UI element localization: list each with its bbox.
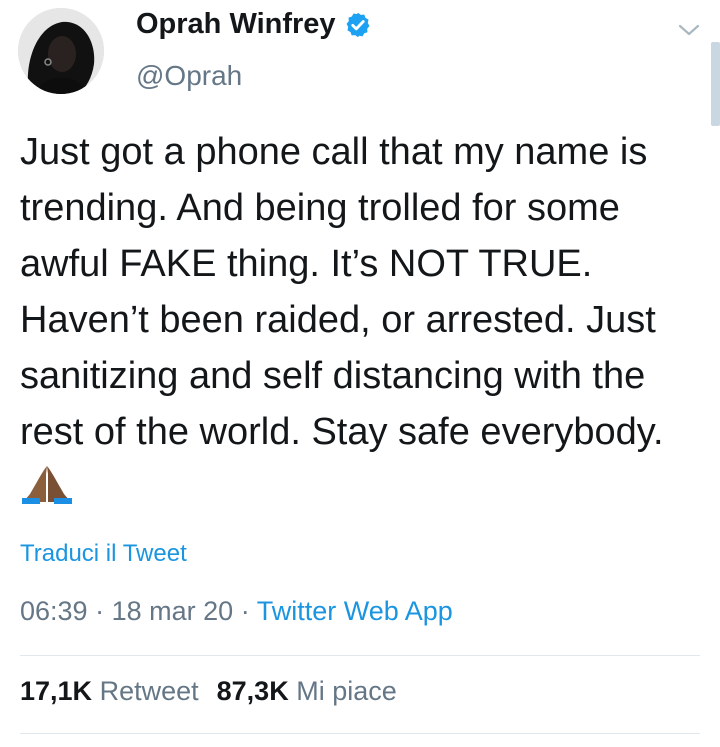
divider: [20, 733, 700, 734]
tweet-text: Just got a phone call that my name is tr…: [20, 124, 710, 516]
retweets-stat[interactable]: 17,1K Retweet: [20, 676, 199, 706]
avatar-photo: [18, 8, 104, 94]
likes-label: Mi piace: [296, 676, 397, 706]
meta-separator: ·: [95, 596, 105, 626]
translate-tweet-link[interactable]: Traduci il Tweet: [20, 540, 187, 568]
tweet-source-link[interactable]: Twitter Web App: [257, 596, 453, 626]
tweet-stats: 17,1K Retweet 87,3K Mi piace: [20, 676, 397, 707]
scrollbar[interactable]: [711, 42, 720, 126]
retweets-label: Retweet: [99, 676, 199, 706]
tweet-body: Just got a phone call that my name is tr…: [20, 131, 664, 453]
retweets-count: 17,1K: [20, 676, 93, 706]
likes-stat[interactable]: 87,3K Mi piace: [217, 676, 397, 706]
likes-count: 87,3K: [216, 676, 289, 706]
divider: [20, 655, 700, 656]
chevron-down-icon[interactable]: [676, 20, 702, 40]
user-name[interactable]: Oprah Winfrey: [136, 8, 336, 41]
avatar[interactable]: [18, 8, 104, 94]
meta-separator: ·: [240, 596, 250, 626]
verified-badge-icon: [346, 12, 369, 37]
tweet-date[interactable]: 18 mar 20: [112, 596, 234, 626]
tweet-meta: 06:39 · 18 mar 20 · Twitter Web App: [20, 596, 453, 627]
user-name-row[interactable]: Oprah Winfrey: [136, 8, 372, 41]
folded-hands-emoji: [22, 466, 72, 504]
user-handle[interactable]: @Oprah: [136, 60, 242, 92]
tweet-time[interactable]: 06:39: [20, 596, 88, 626]
